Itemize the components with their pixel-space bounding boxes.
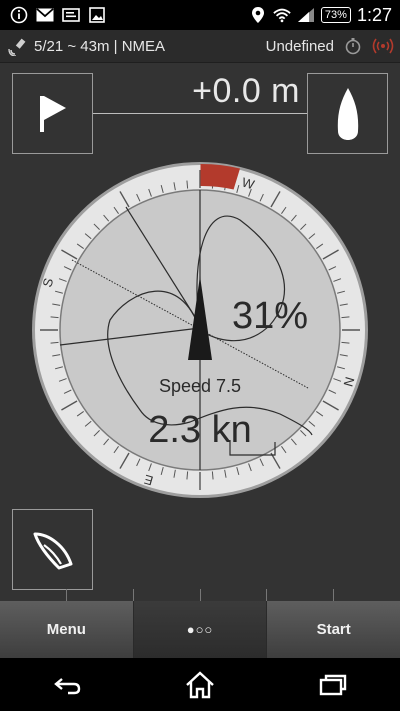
more-pages-button[interactable]: ●○○: [133, 601, 268, 658]
info-icon: [10, 6, 28, 24]
distance-to-line: +0.0 m: [192, 72, 300, 110]
button-dividers: [66, 589, 334, 601]
speed-value: 2.3 kn: [148, 409, 252, 451]
boat-end-button[interactable]: [307, 73, 388, 154]
radio-signal-icon[interactable]: [372, 37, 394, 55]
back-icon[interactable]: [47, 669, 87, 701]
home-icon[interactable]: [180, 669, 220, 701]
sailboat-icon: [33, 532, 72, 569]
mode-label: Undefined: [265, 37, 334, 55]
wifi-icon: [273, 6, 291, 24]
compass-tick: [341, 341, 350, 344]
compass-tick: [341, 316, 350, 319]
message-icon: [62, 6, 80, 24]
status-bar: 73% 1:27: [0, 0, 400, 30]
bottom-button-bar: Menu ●○○ Start: [0, 601, 400, 658]
compass-tick: [50, 316, 59, 319]
compass-gauge: W S N E 31% Speed 7.5 2.3 kn: [30, 160, 370, 500]
vmg-percent: 31%: [232, 295, 308, 337]
recent-apps-icon[interactable]: [313, 669, 353, 701]
location-icon: [249, 6, 267, 24]
sail-mode-button[interactable]: [12, 509, 93, 590]
boat-icon: [337, 87, 358, 140]
gmail-icon: [36, 6, 54, 24]
menu-button[interactable]: Menu: [0, 601, 134, 658]
flag-icon: [39, 95, 66, 132]
stopwatch-icon[interactable]: [344, 37, 362, 55]
start-line-button[interactable]: [12, 73, 93, 154]
wind-direction-marker: [200, 163, 240, 190]
image-icon: [88, 6, 106, 24]
clock: 1:27: [356, 4, 392, 25]
android-nav-bar: [0, 658, 400, 711]
speed-label: Speed 7.5: [159, 376, 241, 396]
start-button[interactable]: Start: [267, 601, 400, 658]
compass-tick: [50, 341, 59, 344]
distance-line: [93, 113, 307, 114]
gps-info-bar: 5/21 ~ 43m | NMEA Undefined: [0, 30, 400, 63]
compass-tick: [186, 180, 189, 189]
compass-tick: [186, 471, 189, 480]
gps-status: 5/21 ~ 43m | NMEA: [34, 37, 166, 55]
signal-icon: [297, 6, 315, 24]
battery-indicator: 73%: [320, 7, 351, 23]
gps-satellite-icon: [8, 38, 26, 56]
compass-tick: [211, 471, 214, 480]
